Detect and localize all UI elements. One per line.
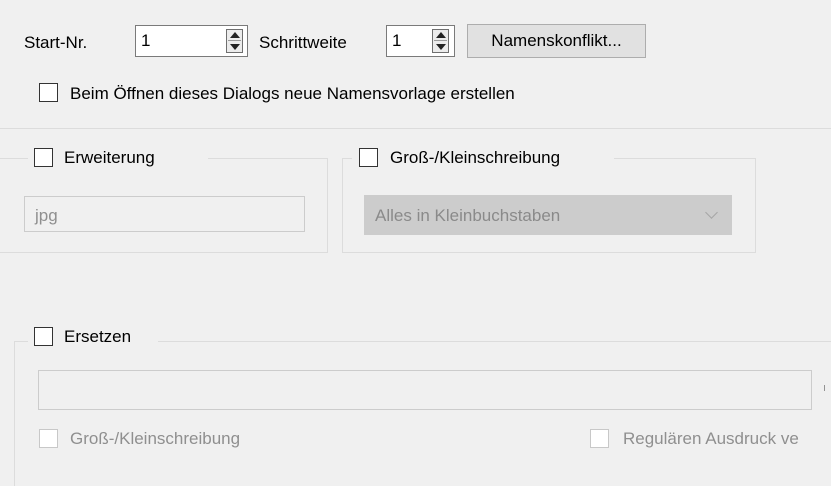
extension-value: jpg: [35, 206, 58, 225]
replace-label[interactable]: Ersetzen: [64, 327, 131, 347]
step-width-spinner[interactable]: 1: [386, 25, 455, 57]
name-conflict-button[interactable]: Namenskonflikt...: [467, 24, 646, 58]
step-width-value[interactable]: 1: [392, 31, 401, 51]
case-select-value: Alles in Kleinbuchstaben: [375, 206, 561, 225]
replace-group: [14, 341, 831, 486]
replace-regex-checkbox[interactable]: [590, 429, 609, 448]
start-number-label: Start-Nr.: [24, 33, 88, 52]
replace-case-checkbox[interactable]: [39, 429, 58, 448]
new-template-label[interactable]: Beim Öffnen dieses Dialogs neue Namensvo…: [70, 84, 515, 104]
case-checkbox[interactable]: [359, 148, 378, 167]
new-template-checkbox[interactable]: [39, 83, 58, 102]
start-number-spinner[interactable]: 1: [135, 25, 248, 57]
step-width-label: Schrittweite: [259, 33, 347, 52]
case-label[interactable]: Groß-/Kleinschreibung: [390, 148, 560, 168]
replace-checkbox[interactable]: [34, 327, 53, 346]
chevron-down-icon: [705, 206, 718, 219]
extension-label[interactable]: Erweiterung: [64, 148, 155, 168]
replace-regex-label[interactable]: Regulären Ausdruck ve: [623, 429, 799, 449]
extension-field[interactable]: jpg: [24, 196, 305, 232]
step-width-stepper-icon[interactable]: [432, 29, 449, 53]
replace-field[interactable]: [38, 370, 812, 410]
numbering-panel: [0, 0, 831, 129]
case-select[interactable]: Alles in Kleinbuchstaben: [364, 195, 732, 235]
start-number-stepper-icon[interactable]: [226, 29, 243, 53]
replace-case-label[interactable]: Groß-/Kleinschreibung: [70, 429, 240, 449]
start-number-value[interactable]: 1: [141, 31, 150, 51]
extension-checkbox[interactable]: [34, 148, 53, 167]
